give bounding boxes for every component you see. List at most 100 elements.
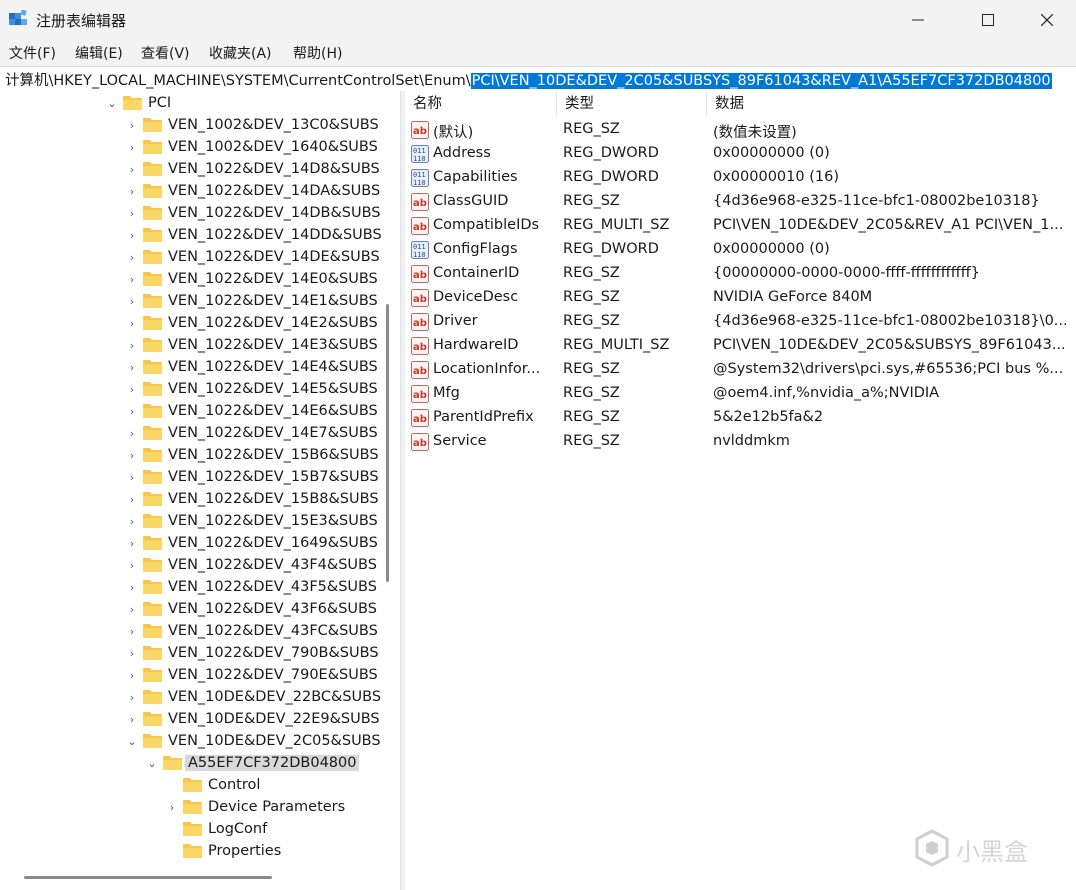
column-header-type[interactable]: 类型	[557, 91, 707, 117]
chevron-right-icon[interactable]: ›	[126, 383, 138, 396]
value-row[interactable]: ab DeviceDesc REG_SZ NVIDIA GeForce 840M	[405, 286, 1076, 310]
tree-item-vendor[interactable]: › VEN_1022&DEV_14E1&SUBS	[0, 290, 400, 312]
tree-item-vendor[interactable]: › VEN_1022&DEV_15B6&SUBS	[0, 444, 400, 466]
tree-item-subkey[interactable]: › Device Parameters	[0, 796, 400, 818]
tree-item-vendor[interactable]: › VEN_1022&DEV_15E3&SUBS	[0, 510, 400, 532]
address-path[interactable]: 计算机\HKEY_LOCAL_MACHINE\SYSTEM\CurrentCon…	[5, 69, 1052, 90]
value-row[interactable]: ab Service REG_SZ nvlddmkm	[405, 430, 1076, 454]
menu-help[interactable]: 帮助(H)	[293, 43, 342, 63]
folder-icon	[143, 140, 162, 154]
chevron-right-icon[interactable]: ›	[126, 647, 138, 660]
tree-item-vendor[interactable]: › VEN_1022&DEV_790B&SUBS	[0, 642, 400, 664]
tree-item-vendor[interactable]: › VEN_1022&DEV_1649&SUBS	[0, 532, 400, 554]
chevron-right-icon[interactable]: ›	[126, 537, 138, 550]
value-row[interactable]: 011 110 Address REG_DWORD 0x00000000 (0)	[405, 142, 1076, 166]
menu-favorites[interactable]: 收藏夹(A)	[209, 43, 272, 63]
tree-item-vendor[interactable]: › VEN_1022&DEV_14E3&SUBS	[0, 334, 400, 356]
address-bar[interactable]: 计算机\HKEY_LOCAL_MACHINE\SYSTEM\CurrentCon…	[0, 66, 1076, 92]
value-row[interactable]: 011 110 Capabilities REG_DWORD 0x00000010 (1…	[405, 166, 1076, 190]
values-pane[interactable]: 名称 类型 数据 ab (默认) REG_SZ (数值未设置) 011 110 Addres…	[405, 91, 1076, 890]
chevron-down-icon[interactable]: ⌄	[106, 97, 118, 110]
menu-file[interactable]: 文件(F)	[9, 43, 56, 63]
tree-item-vendor[interactable]: › VEN_1022&DEV_14DB&SUBS	[0, 202, 400, 224]
tree-item-subkey[interactable]: LogConf	[0, 818, 400, 840]
value-row[interactable]: ab Mfg REG_SZ @oem4.inf,%nvidia_a%;NVIDIA	[405, 382, 1076, 406]
tree-item-vendor[interactable]: › VEN_1022&DEV_14DD&SUBS	[0, 224, 400, 246]
tree-item-vendor[interactable]: › VEN_1022&DEV_14DE&SUBS	[0, 246, 400, 268]
chevron-right-icon[interactable]: ›	[126, 603, 138, 616]
chevron-right-icon[interactable]: ›	[126, 317, 138, 330]
key-tree[interactable]: ⌄ PCI › VEN_1002&DEV_13C0&SUBS › VEN_1002&DEV…	[0, 91, 400, 890]
value-row[interactable]: 011 110 ConfigFlags REG_DWORD 0x00000000 (0)	[405, 238, 1076, 262]
tree-item-vendor[interactable]: › VEN_1022&DEV_14D8&SUBS	[0, 158, 400, 180]
value-row[interactable]: ab LocationInfor... REG_SZ @System32\driver…	[405, 358, 1076, 382]
chevron-right-icon[interactable]: ›	[126, 449, 138, 462]
menu-view[interactable]: 查看(V)	[141, 43, 190, 63]
value-row[interactable]: ab ParentIdPrefix REG_SZ 5&2e12b5fa&2	[405, 406, 1076, 430]
tree-item-vendor[interactable]: › VEN_1022&DEV_14E2&SUBS	[0, 312, 400, 334]
chevron-right-icon[interactable]: ›	[126, 625, 138, 638]
tree-item-vendor[interactable]: › VEN_1022&DEV_15B8&SUBS	[0, 488, 400, 510]
value-row[interactable]: ab ClassGUID REG_SZ {4d36e968-e325-11ce-bfc…	[405, 190, 1076, 214]
tree-item-vendor[interactable]: › VEN_1022&DEV_43FC&SUBS	[0, 620, 400, 642]
minimize-button[interactable]	[895, 0, 941, 40]
tree-item-vendor[interactable]: › VEN_1022&DEV_14DA&SUBS	[0, 180, 400, 202]
tree-item-subkey[interactable]: Control	[0, 774, 400, 796]
chevron-down-icon[interactable]: ⌄	[146, 757, 158, 770]
close-button[interactable]	[1024, 0, 1070, 40]
chevron-right-icon[interactable]: ›	[126, 119, 138, 132]
tree-vertical-scrollbar[interactable]	[386, 304, 389, 582]
tree-item-vendor[interactable]: › VEN_1022&DEV_43F4&SUBS	[0, 554, 400, 576]
chevron-right-icon[interactable]: ›	[126, 427, 138, 440]
chevron-right-icon[interactable]: ›	[126, 229, 138, 242]
tree-item-vendor[interactable]: › VEN_1022&DEV_15B7&SUBS	[0, 466, 400, 488]
chevron-right-icon[interactable]: ›	[126, 295, 138, 308]
chevron-right-icon[interactable]: ›	[126, 713, 138, 726]
tree-item-vendor[interactable]: › VEN_10DE&DEV_22BC&SUBS	[0, 686, 400, 708]
chevron-right-icon[interactable]: ›	[126, 471, 138, 484]
tree-item-vendor[interactable]: › VEN_1022&DEV_14E0&SUBS	[0, 268, 400, 290]
chevron-right-icon[interactable]: ›	[126, 493, 138, 506]
menu-edit[interactable]: 编辑(E)	[75, 43, 123, 63]
chevron-right-icon[interactable]: ›	[126, 581, 138, 594]
value-row[interactable]: ab Driver REG_SZ {4d36e968-e325-11ce-bfc1-0…	[405, 310, 1076, 334]
chevron-down-icon[interactable]: ⌄	[126, 735, 138, 748]
value-row[interactable]: ab CompatibleIDs REG_MULTI_SZ PCI\VEN_10DE&…	[405, 214, 1076, 238]
chevron-right-icon[interactable]: ›	[126, 141, 138, 154]
chevron-right-icon[interactable]: ›	[126, 185, 138, 198]
tree-item-vendor[interactable]: › VEN_1022&DEV_14E4&SUBS	[0, 356, 400, 378]
column-header-name[interactable]: 名称	[405, 91, 557, 117]
tree-item-vendor[interactable]: › VEN_10DE&DEV_22E9&SUBS	[0, 708, 400, 730]
tree-item-vendor[interactable]: ⌄ VEN_10DE&DEV_2C05&SUBS	[0, 730, 400, 752]
chevron-right-icon[interactable]: ›	[126, 207, 138, 220]
tree-item-vendor[interactable]: › VEN_1022&DEV_43F6&SUBS	[0, 598, 400, 620]
value-row[interactable]: ab ContainerID REG_SZ {00000000-0000-0000-f…	[405, 262, 1076, 286]
tree-horizontal-scrollbar[interactable]	[24, 876, 272, 879]
column-header-data[interactable]: 数据	[707, 91, 1076, 117]
tree-item-vendor[interactable]: › VEN_1022&DEV_14E7&SUBS	[0, 422, 400, 444]
tree-item-subkey[interactable]: Properties	[0, 840, 400, 862]
chevron-right-icon[interactable]: ›	[166, 801, 178, 814]
folder-icon	[123, 96, 142, 110]
tree-item-pci[interactable]: ⌄ PCI	[0, 92, 400, 114]
chevron-right-icon[interactable]: ›	[126, 669, 138, 682]
chevron-right-icon[interactable]: ›	[126, 339, 138, 352]
chevron-right-icon[interactable]: ›	[126, 251, 138, 264]
tree-item-vendor[interactable]: › VEN_1022&DEV_790E&SUBS	[0, 664, 400, 686]
tree-item-vendor[interactable]: › VEN_1022&DEV_43F5&SUBS	[0, 576, 400, 598]
value-row[interactable]: ab (默认) REG_SZ (数值未设置)	[405, 118, 1076, 142]
tree-item-vendor[interactable]: › VEN_1022&DEV_14E6&SUBS	[0, 400, 400, 422]
chevron-right-icon[interactable]: ›	[126, 405, 138, 418]
tree-item-instance-selected[interactable]: ⌄ A55EF7CF372DB04800	[0, 752, 400, 774]
chevron-right-icon[interactable]: ›	[126, 361, 138, 374]
chevron-right-icon[interactable]: ›	[126, 273, 138, 286]
chevron-right-icon[interactable]: ›	[126, 515, 138, 528]
maximize-button[interactable]	[965, 0, 1011, 40]
tree-item-vendor[interactable]: › VEN_1022&DEV_14E5&SUBS	[0, 378, 400, 400]
chevron-right-icon[interactable]: ›	[126, 691, 138, 704]
value-row[interactable]: ab HardwareID REG_MULTI_SZ PCI\VEN_10DE&DEV…	[405, 334, 1076, 358]
chevron-right-icon[interactable]: ›	[126, 559, 138, 572]
tree-item-vendor[interactable]: › VEN_1002&DEV_13C0&SUBS	[0, 114, 400, 136]
chevron-right-icon[interactable]: ›	[126, 163, 138, 176]
tree-item-vendor[interactable]: › VEN_1002&DEV_1640&SUBS	[0, 136, 400, 158]
